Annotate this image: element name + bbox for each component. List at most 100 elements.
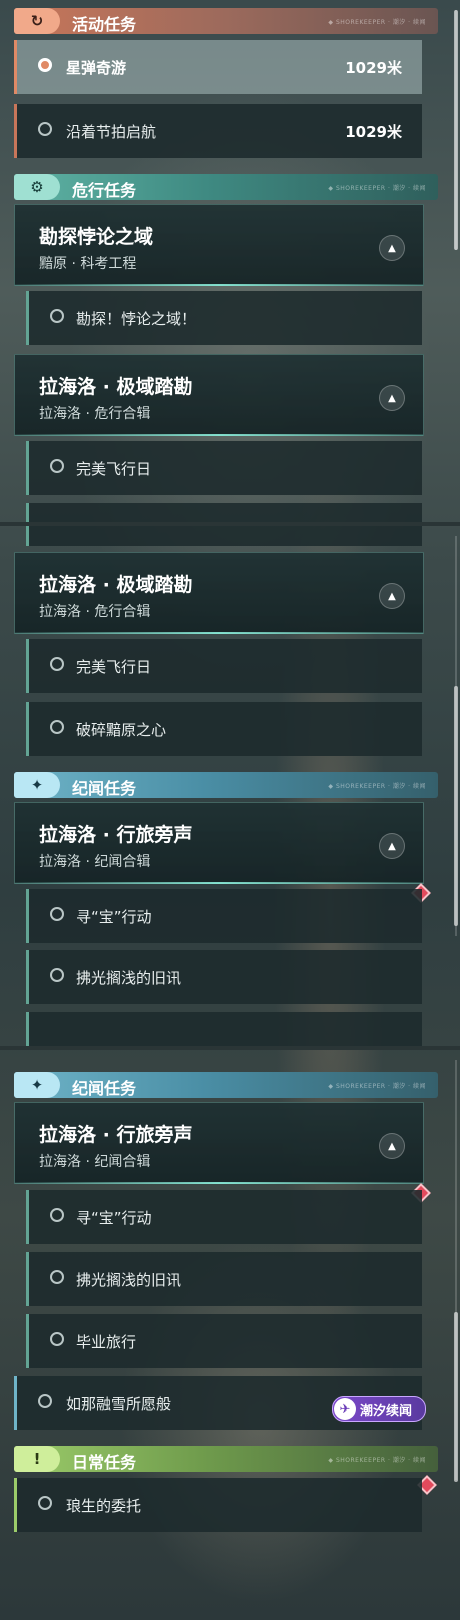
- subquest-row[interactable]: 勘探！悖论之域！: [26, 291, 422, 345]
- quest-group-card[interactable]: 拉海洛 · 极域踏勘 拉海洛 · 危行合辑 ▲: [14, 354, 424, 436]
- row-accent: [26, 441, 29, 495]
- radio-icon: [50, 720, 64, 734]
- quest-group-card[interactable]: 拉海洛 · 行旅旁声 拉海洛 · 纪闻合辑 ▲: [14, 1102, 424, 1184]
- section-tagline: ◆ SHOREKEEPER · 潮汐 · 续闻: [328, 1457, 426, 1464]
- card-title: 拉海洛 · 极域踏勘: [39, 574, 193, 596]
- row-accent: [26, 526, 29, 546]
- quest-distance: 1029米: [345, 123, 402, 141]
- section-title: 活动任务: [72, 15, 137, 34]
- subquest-row[interactable]: 寻“宝”行动: [26, 1190, 422, 1244]
- row-accent: [26, 950, 29, 1004]
- card-subtitle: 黯原 · 科考工程: [39, 256, 137, 272]
- quest-label: 完美飞行日: [76, 658, 152, 676]
- quest-label: 拂光搁浅的旧讯: [76, 969, 182, 987]
- event-badge-label: 潮汐续闻: [360, 1403, 413, 1419]
- subquest-row-partial: [26, 1012, 422, 1046]
- card-subtitle: 拉海洛 · 危行合辑: [39, 406, 151, 422]
- quest-label: 沿着节拍启航: [66, 123, 157, 141]
- event-badge[interactable]: ✈ 潮汐续闻: [332, 1396, 426, 1422]
- quest-label: 勘探！悖论之域！: [76, 310, 197, 328]
- quest-distance: 1029米: [345, 59, 402, 77]
- row-accent: [26, 1012, 29, 1046]
- row-accent: [14, 1478, 17, 1532]
- radio-icon: [50, 657, 64, 671]
- radio-icon: [38, 1394, 52, 1408]
- card-title: 拉海洛 · 行旅旁声: [39, 824, 193, 846]
- quest-row[interactable]: 沿着节拍启航 1029米: [14, 104, 422, 158]
- quest-group-card[interactable]: 勘探悖论之域 黯原 · 科考工程 ▲: [14, 204, 424, 286]
- return-arrow-icon: ↻: [14, 8, 60, 34]
- radio-selected-icon: [38, 58, 52, 72]
- quest-row-selected[interactable]: 星弹奇游 1029米: [14, 40, 422, 94]
- section-header-danger[interactable]: ⚙ 危行任务 ◆ SHOREKEEPER · 潮汐 · 续闻: [14, 174, 438, 200]
- subquest-row[interactable]: 破碎黯原之心: [26, 702, 422, 756]
- row-accent: [26, 1252, 29, 1306]
- collapse-chevron-icon[interactable]: ▲: [379, 833, 405, 859]
- section-header-lore[interactable]: ✦ 纪闻任务 ◆ SHOREKEEPER · 潮汐 · 续闻: [14, 772, 438, 798]
- quest-label: 寻“宝”行动: [76, 908, 152, 926]
- radio-icon: [50, 968, 64, 982]
- subquest-row[interactable]: 拂光搁浅的旧讯: [26, 950, 422, 1004]
- section-tagline: ◆ SHOREKEEPER · 潮汐 · 续闻: [328, 19, 426, 26]
- radio-icon: [50, 1270, 64, 1284]
- card-subtitle: 拉海洛 · 纪闻合辑: [39, 1154, 151, 1170]
- quest-panel-1: ↻ 活动任务 ◆ SHOREKEEPER · 潮汐 · 续闻 星弹奇游 1029…: [0, 0, 460, 522]
- collapse-chevron-icon[interactable]: ▲: [379, 235, 405, 261]
- sparkle-icon: ✦: [14, 1072, 60, 1098]
- quest-label: 星弹奇游: [66, 59, 127, 77]
- subquest-row[interactable]: 毕业旅行: [26, 1314, 422, 1368]
- quest-label: 拂光搁浅的旧讯: [76, 1271, 182, 1289]
- quest-panel-2: 拉海洛 · 极域踏勘 拉海洛 · 危行合辑 ▲ 完美飞行日 破碎黯原之心 ✦ 纪…: [0, 526, 460, 1046]
- radio-icon: [50, 1332, 64, 1346]
- gear-compass-icon: ⚙: [14, 174, 60, 200]
- card-title: 拉海洛 · 极域踏勘: [39, 376, 193, 398]
- subquest-row[interactable]: 完美飞行日: [26, 639, 422, 693]
- sparkle-icon: ✦: [14, 772, 60, 798]
- row-accent: [26, 889, 29, 943]
- subquest-row[interactable]: 完美飞行日: [26, 441, 422, 495]
- collapse-chevron-icon[interactable]: ▲: [379, 1133, 405, 1159]
- quest-label: 寻“宝”行动: [76, 1209, 152, 1227]
- scrollbar-thumb[interactable]: [454, 10, 458, 250]
- quest-row[interactable]: 琅生的委托: [14, 1478, 422, 1532]
- row-accent: [26, 702, 29, 756]
- quest-group-card[interactable]: 拉海洛 · 行旅旁声 拉海洛 · 纪闻合辑 ▲: [14, 802, 424, 884]
- subquest-row-partial: [26, 526, 422, 546]
- card-subtitle: 拉海洛 · 纪闻合辑: [39, 854, 151, 870]
- section-title: 危行任务: [72, 181, 137, 200]
- quest-panel-3: ✦ 纪闻任务 ◆ SHOREKEEPER · 潮汐 · 续闻 拉海洛 · 行旅旁…: [0, 1050, 460, 1620]
- card-title: 拉海洛 · 行旅旁声: [39, 1124, 193, 1146]
- exclamation-icon: !: [14, 1446, 60, 1472]
- quest-label: 毕业旅行: [76, 1333, 137, 1351]
- row-accent: [26, 639, 29, 693]
- row-accent: [14, 1376, 17, 1430]
- quest-label: 琅生的委托: [66, 1497, 142, 1515]
- quest-group-card[interactable]: 拉海洛 · 极域踏勘 拉海洛 · 危行合辑 ▲: [14, 552, 424, 634]
- row-accent: [14, 40, 17, 94]
- subquest-row-partial: [26, 503, 422, 522]
- section-header-activity[interactable]: ↻ 活动任务 ◆ SHOREKEEPER · 潮汐 · 续闻: [14, 8, 438, 34]
- radio-icon: [38, 1496, 52, 1510]
- scrollbar-thumb[interactable]: [454, 1312, 458, 1482]
- card-subtitle: 拉海洛 · 危行合辑: [39, 604, 151, 620]
- collapse-chevron-icon[interactable]: ▲: [379, 583, 405, 609]
- section-header-daily[interactable]: ! 日常任务 ◆ SHOREKEEPER · 潮汐 · 续闻: [14, 1446, 438, 1472]
- row-accent: [26, 1190, 29, 1244]
- section-tagline: ◆ SHOREKEEPER · 潮汐 · 续闻: [328, 783, 426, 790]
- radio-icon: [38, 122, 52, 136]
- row-accent: [26, 1314, 29, 1368]
- collapse-chevron-icon[interactable]: ▲: [379, 385, 405, 411]
- section-tagline: ◆ SHOREKEEPER · 潮汐 · 续闻: [328, 185, 426, 192]
- subquest-row[interactable]: 寻“宝”行动: [26, 889, 422, 943]
- section-title: 日常任务: [72, 1453, 137, 1472]
- scrollbar-thumb[interactable]: [454, 686, 458, 926]
- quest-label: 完美飞行日: [76, 460, 152, 478]
- card-title: 勘探悖论之域: [39, 226, 154, 248]
- subquest-row[interactable]: 拂光搁浅的旧讯: [26, 1252, 422, 1306]
- bird-emblem-icon: ✈: [334, 1398, 356, 1420]
- row-accent: [26, 503, 29, 522]
- section-title: 纪闻任务: [72, 1079, 137, 1098]
- quest-label: 破碎黯原之心: [76, 721, 167, 739]
- section-header-lore[interactable]: ✦ 纪闻任务 ◆ SHOREKEEPER · 潮汐 · 续闻: [14, 1072, 438, 1098]
- radio-icon: [50, 309, 64, 323]
